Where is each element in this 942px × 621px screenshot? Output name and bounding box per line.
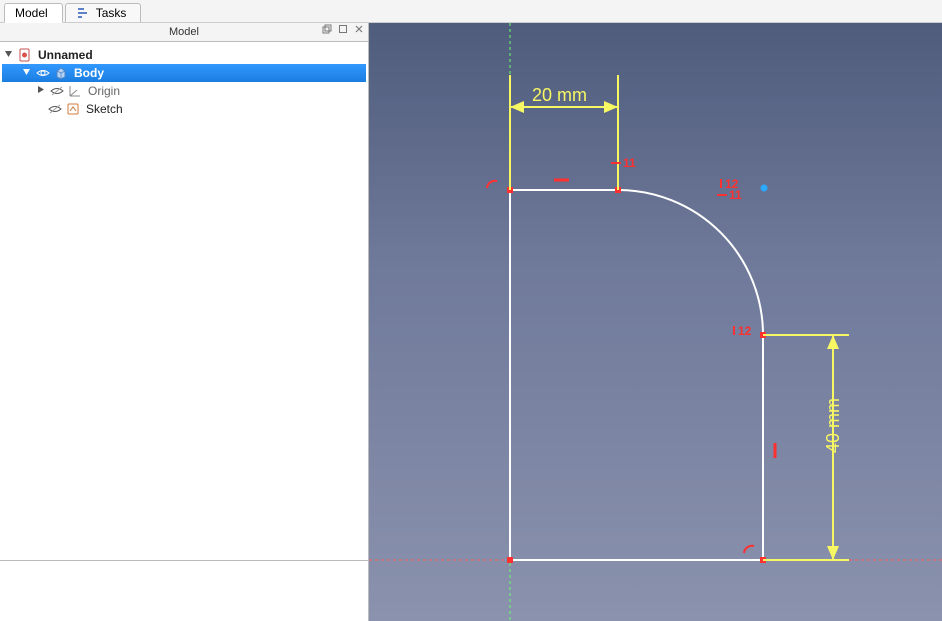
tree-node-document[interactable]: Unnamed — [2, 46, 366, 64]
panel-undock-icon[interactable] — [322, 23, 332, 41]
constraint-label: 11 — [623, 156, 636, 170]
visibility-hidden-icon[interactable] — [50, 84, 64, 98]
panel-controls — [322, 23, 364, 41]
sketch-geometry — [510, 190, 763, 560]
tree-toggle[interactable] — [20, 67, 32, 79]
tree-node-label: Origin — [86, 84, 120, 98]
dimension-horizontal[interactable]: 20 mm — [510, 75, 618, 190]
constraint-labels: 11 12 11 12 — [611, 156, 752, 338]
main-area: Model — [0, 23, 942, 621]
tab-model-label: Model — [15, 6, 48, 20]
tree-node-sketch[interactable]: Sketch — [2, 100, 366, 118]
tree-node-body[interactable]: Body — [2, 64, 366, 82]
constraint-label: 12 — [738, 324, 752, 338]
model-tree[interactable]: Unnamed — [0, 42, 368, 560]
visibility-hidden-icon[interactable] — [48, 102, 62, 116]
tab-tasks[interactable]: Tasks — [65, 3, 142, 22]
visibility-icon[interactable] — [36, 66, 50, 80]
tree-node-label: Sketch — [84, 102, 123, 116]
document-icon — [18, 48, 32, 62]
app-frame: Model Tasks Model — [0, 0, 942, 621]
tangent-constraints — [487, 181, 754, 553]
bottom-pane — [0, 560, 368, 621]
dim-vertical-value: 40 mm — [823, 398, 843, 453]
tab-tasks-label: Tasks — [96, 6, 127, 20]
tab-model[interactable]: Model — [4, 3, 63, 23]
sidepanel-tabs: Model Tasks — [0, 0, 942, 23]
sketch-canvas[interactable]: 20 mm 40 mm 11 12 — [369, 23, 942, 621]
tree-node-label: Body — [72, 66, 104, 80]
dim-horizontal-value: 20 mm — [532, 85, 587, 105]
panel-float-icon[interactable] — [338, 23, 348, 41]
sketch-viewport[interactable]: 20 mm 40 mm 11 12 — [369, 23, 942, 621]
panel-close-icon[interactable] — [354, 23, 364, 41]
constraint-label: 11 — [729, 188, 742, 202]
origin-icon — [68, 84, 82, 98]
edit-point — [761, 185, 768, 192]
left-panel: Model — [0, 23, 369, 621]
sketch-vertices — [507, 187, 766, 563]
panel-titlebar: Model — [0, 23, 368, 42]
tree-node-label: Unnamed — [36, 48, 93, 62]
tasks-icon — [76, 6, 90, 20]
body-icon — [54, 66, 68, 80]
tree-toggle[interactable] — [34, 85, 46, 97]
tree-node-origin[interactable]: Origin — [2, 82, 366, 100]
panel-title-text: Model — [169, 23, 199, 41]
sketch-icon — [66, 102, 80, 116]
tree-toggle[interactable] — [2, 49, 14, 61]
